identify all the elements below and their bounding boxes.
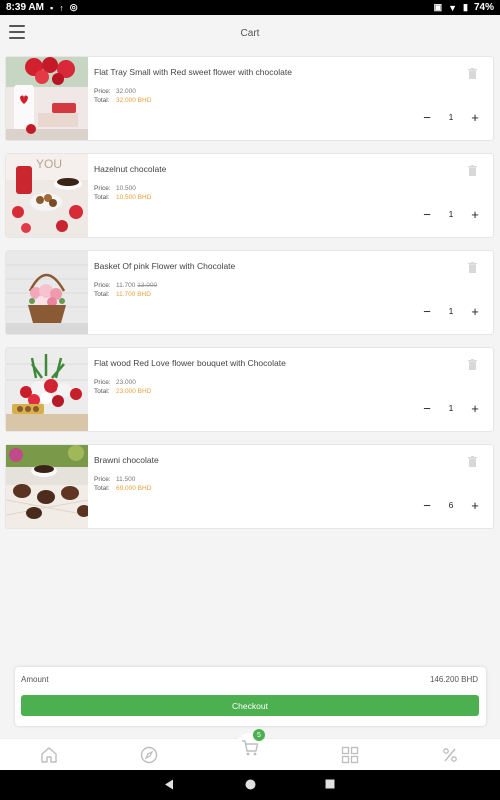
status-time: 8:39 AM (6, 2, 44, 13)
total-value: 32.000 BHD (116, 96, 152, 104)
price-label: Price: (94, 379, 111, 386)
increase-button[interactable]: + (469, 499, 481, 512)
vibrate-icon: ▣ (433, 2, 443, 12)
total-label: Total: (94, 96, 110, 104)
decrease-button[interactable]: − (421, 402, 433, 415)
quantity-value: 1 (448, 306, 454, 316)
quantity-value: 1 (448, 112, 454, 122)
quantity-stepper: − 1 + (421, 111, 481, 124)
price-label: Price: (94, 476, 111, 483)
bottom-nav: 5 (0, 729, 500, 770)
cart-icon (242, 740, 259, 756)
price-value: 11.500 (116, 476, 136, 483)
total-value: 10.500 BHD (116, 193, 152, 201)
increase-button[interactable]: + (469, 111, 481, 124)
battery-icon: ▮ (463, 2, 468, 12)
quantity-value: 6 (448, 500, 454, 510)
cart-item: Basket Of pink Flower with Chocolate Pri… (5, 250, 494, 335)
amount-label: Amount (21, 675, 49, 684)
system-nav-bar (0, 770, 500, 800)
price-label: Price: (94, 185, 111, 192)
decrease-button[interactable]: − (421, 305, 433, 318)
grid-icon[interactable] (341, 746, 359, 764)
cart-item: Brawni chocolate Price: 11.500 Total: 69.0… (5, 444, 494, 529)
increase-button[interactable]: + (469, 402, 481, 415)
quantity-value: 1 (448, 403, 454, 413)
trash-icon[interactable] (468, 165, 477, 176)
cart-item: Flat Tray Small with Red sweet flower wi… (5, 56, 494, 141)
back-icon[interactable] (164, 779, 174, 790)
order-summary: Amount 146.200 BHD Checkout (15, 667, 486, 726)
page-title: Cart (240, 27, 260, 39)
increase-button[interactable]: + (469, 305, 481, 318)
trash-icon[interactable] (468, 68, 477, 79)
price-label: Price: (94, 282, 111, 289)
svg-text:YOU: YOU (36, 157, 62, 171)
quantity-stepper: − 1 + (421, 208, 481, 221)
checkout-button[interactable]: Checkout (21, 695, 479, 716)
product-image[interactable] (6, 348, 88, 431)
quantity-value: 1 (448, 209, 454, 219)
decrease-button[interactable]: − (421, 499, 433, 512)
cart-list: Flat Tray Small with Red sweet flower wi… (5, 56, 494, 541)
status-bar: 8:39 AM ▪ ↑ ◎ ▣ ▼ ▮ 74% (0, 0, 500, 15)
quantity-stepper: − 1 + (421, 305, 481, 318)
trash-icon[interactable] (468, 262, 477, 273)
total-label: Total: (94, 290, 110, 298)
old-price-value: 13.000 (137, 282, 158, 289)
price-value: 10.500 (116, 185, 136, 192)
product-image[interactable]: YOU (6, 154, 88, 237)
menu-icon[interactable] (9, 25, 25, 39)
recents-icon[interactable] (325, 779, 335, 789)
total-label: Total: (94, 387, 110, 395)
product-image[interactable] (6, 445, 88, 528)
price-value: 11.700 (116, 282, 136, 289)
percent-icon[interactable] (441, 746, 459, 764)
sync-icon: ◎ (69, 2, 78, 12)
app-header: Cart (0, 15, 500, 51)
compass-icon[interactable] (140, 746, 158, 764)
cart-nav-button[interactable]: 5 (235, 729, 265, 763)
trash-icon[interactable] (468, 359, 477, 370)
amount-value: 146.200 BHD (429, 675, 478, 684)
wifi-icon: ▼ (448, 2, 458, 13)
upload-icon: ↑ (59, 2, 64, 13)
product-name: Basket Of pink Flower with Chocolate (94, 261, 236, 271)
product-image[interactable] (6, 251, 88, 334)
product-name: Flat Tray Small with Red sweet flower wi… (94, 67, 292, 77)
price-value: 32.000 (116, 88, 136, 95)
quantity-stepper: − 1 + (421, 402, 481, 415)
product-name: Hazelnut chocolate (94, 164, 167, 174)
product-name: Brawni chocolate (94, 455, 159, 465)
cart-item: YOU Hazelnut chocolate Price: 10.500 Tota… (5, 153, 494, 238)
cart-count-badge: 5 (253, 729, 265, 741)
price-value: 23.000 (116, 379, 136, 386)
quantity-stepper: − 6 + (421, 499, 481, 512)
total-value: 11.700 BHD (116, 290, 151, 298)
price-label: Price: (94, 88, 111, 95)
trash-icon[interactable] (468, 456, 477, 467)
increase-button[interactable]: + (469, 208, 481, 221)
cart-item: Flat wood Red Love flower bouquet with C… (5, 347, 494, 432)
product-name: Flat wood Red Love flower bouquet with C… (94, 358, 286, 368)
product-image[interactable] (6, 57, 88, 140)
total-value: 69.000 BHD (116, 484, 152, 492)
home-icon[interactable] (40, 746, 58, 764)
home-circle-icon[interactable] (245, 779, 256, 790)
image-icon: ▪ (49, 2, 54, 13)
decrease-button[interactable]: − (421, 111, 433, 124)
decrease-button[interactable]: − (421, 208, 433, 221)
total-label: Total: (94, 484, 110, 492)
battery-level: 74% (473, 2, 494, 13)
total-label: Total: (94, 193, 110, 201)
total-value: 23.000 BHD (116, 387, 152, 395)
